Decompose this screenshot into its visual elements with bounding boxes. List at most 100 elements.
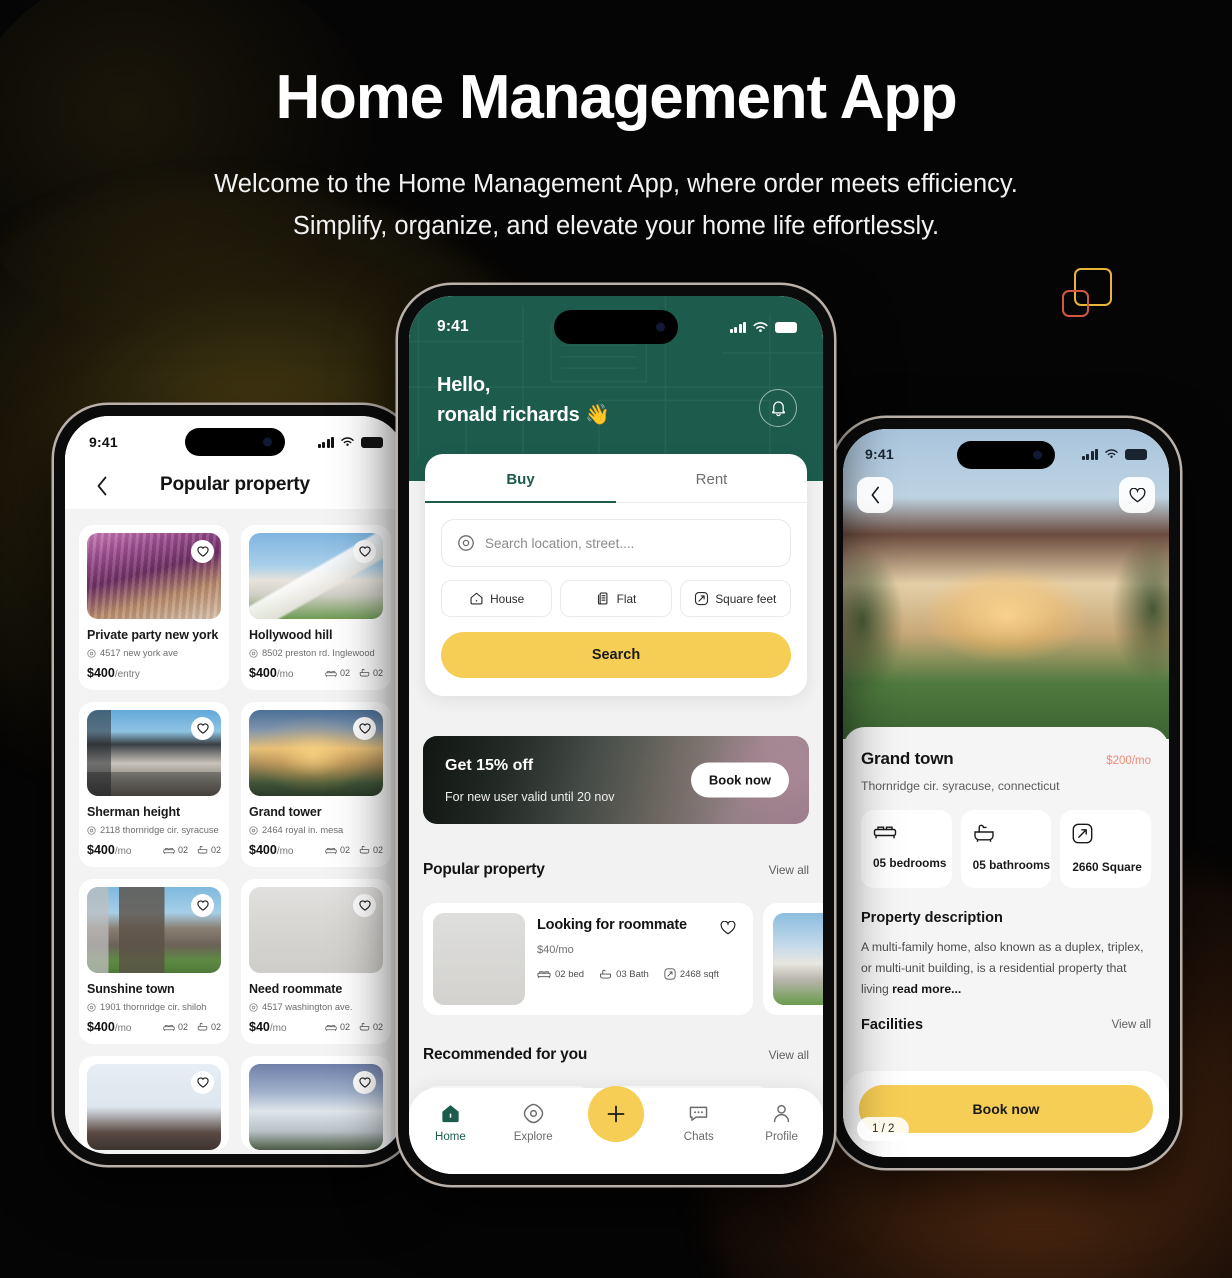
favorite-button[interactable] xyxy=(353,717,376,740)
popular-thumbnail xyxy=(773,913,823,1005)
favorite-button[interactable] xyxy=(191,717,214,740)
spec-beds: 02 xyxy=(163,845,188,855)
favorite-button[interactable] xyxy=(191,540,214,563)
bath-icon xyxy=(973,824,994,842)
spec-baths: 02 xyxy=(197,845,221,855)
property-price-row: $40/mo 02 02 xyxy=(249,1020,383,1034)
favorite-button[interactable] xyxy=(191,1071,214,1094)
center-status-icons xyxy=(730,321,797,334)
tab-explore[interactable]: Explore xyxy=(492,1102,575,1143)
property-price-row: $400/entry xyxy=(87,666,221,680)
property-card[interactable] xyxy=(79,1056,229,1150)
spec-beds: 02 xyxy=(325,1022,350,1032)
tab-home-label: Home xyxy=(435,1131,466,1143)
notification-button[interactable] xyxy=(759,389,797,427)
popular-property-list: Looking for roommate $40/mo 02 bed 03 Ba… xyxy=(423,903,823,1015)
tab-profile[interactable]: Profile xyxy=(740,1102,823,1143)
center-status-time: 9:41 xyxy=(437,318,469,335)
chip-square-feet[interactable]: Square feet xyxy=(679,580,791,617)
tab-add[interactable] xyxy=(575,1086,658,1142)
price-unit: /mo xyxy=(555,944,574,956)
add-button[interactable] xyxy=(587,1086,644,1142)
tab-home[interactable]: Home xyxy=(409,1102,492,1143)
property-card[interactable]: Private party new york 4517 new york ave… xyxy=(79,525,229,690)
fact-label: 05 bathrooms xyxy=(972,858,1051,872)
front-camera-icon xyxy=(656,322,665,332)
property-card[interactable]: Sunshine town 1901 thornridge cir. shilo… xyxy=(79,879,229,1044)
popular-property-page: 9:41 Popular property Private party new … xyxy=(65,416,405,1154)
area-icon xyxy=(1072,823,1093,844)
page-heading: Popular property xyxy=(160,474,310,495)
favorite-button[interactable] xyxy=(353,1071,376,1094)
property-card[interactable]: Grand tower 2464 royal in. mesa $400/mo … xyxy=(241,702,391,867)
property-address-text: 1901 thornridge cir. shiloh xyxy=(100,1002,207,1012)
facilities-view-all[interactable]: View all xyxy=(1112,1019,1151,1031)
property-price: $40/mo xyxy=(249,1020,287,1034)
tab-buy[interactable]: Buy xyxy=(425,454,616,504)
bottom-tab-bar: Home Explore Chats Profile xyxy=(409,1086,823,1174)
wifi-icon xyxy=(753,321,768,332)
page-title: Home Management App xyxy=(275,63,957,132)
bed-icon xyxy=(325,670,337,677)
tab-chats[interactable]: Chats xyxy=(657,1102,740,1143)
property-thumbnail xyxy=(249,1064,383,1150)
popular-property-card[interactable]: Looking for roommate $40/mo 02 bed 03 Ba… xyxy=(423,903,753,1015)
filter-chips: House Flat Square feet xyxy=(441,580,791,617)
price-value: $40 xyxy=(537,944,556,956)
fact-bathrooms: 05 bathrooms xyxy=(960,810,1052,888)
battery-icon xyxy=(361,436,383,448)
price-value: $400 xyxy=(87,1020,115,1034)
property-address: 8502 preston rd. Inglewood xyxy=(249,648,383,658)
back-button[interactable] xyxy=(89,473,115,499)
popular-property-card[interactable] xyxy=(763,903,823,1015)
price-unit: /mo xyxy=(114,1023,132,1034)
promo-banner[interactable]: Get 15% off For new user valid until 20 … xyxy=(423,736,809,824)
greeting-block: Hello, ronald richards 👋 xyxy=(437,374,610,427)
chip-flat-label: Flat xyxy=(616,591,637,606)
spec-beds-value: 02 bed xyxy=(555,968,585,980)
chip-house-label: House xyxy=(490,591,525,606)
popular-view-all[interactable]: View all xyxy=(769,863,809,877)
fact-label: 05 bedrooms xyxy=(873,856,947,870)
property-card[interactable]: Hollywood hill 8502 preston rd. Inglewoo… xyxy=(241,525,391,690)
favorite-button[interactable] xyxy=(353,540,376,563)
property-card[interactable]: Need roommate 4517 washington ave. $40/m… xyxy=(241,879,391,1044)
search-input[interactable]: Search location, street.... xyxy=(441,519,791,567)
favorite-button[interactable] xyxy=(1119,477,1155,513)
property-card[interactable]: Sherman height 2118 thornridge cir. syra… xyxy=(79,702,229,867)
promo-book-now-button[interactable]: Book now xyxy=(690,762,789,798)
chip-flat[interactable]: Flat xyxy=(560,580,672,617)
left-status-time: 9:41 xyxy=(89,434,118,450)
property-card[interactable] xyxy=(241,1056,391,1150)
location-pin-icon xyxy=(87,648,96,658)
spec-beds-value: 02 xyxy=(177,1022,188,1032)
back-button[interactable] xyxy=(857,477,893,513)
spec-area: 2468 sqft xyxy=(664,968,719,980)
favorite-button[interactable] xyxy=(717,917,739,939)
recommended-section-header: Recommended for you View all xyxy=(423,1046,809,1064)
favorite-button[interactable] xyxy=(353,894,376,917)
favorite-button[interactable] xyxy=(191,894,214,917)
bath-icon xyxy=(359,845,370,854)
read-more-link[interactable]: read more... xyxy=(892,982,961,996)
property-hero-gallery[interactable] xyxy=(843,429,1169,739)
property-price: $400/mo xyxy=(87,1020,131,1034)
location-pin-icon xyxy=(249,1002,258,1012)
property-thumbnail xyxy=(249,533,383,619)
recommended-section-title: Recommended for you xyxy=(423,1046,588,1063)
phone-center: 9:41 Hello, ronald richards 👋 Buy Rent S… xyxy=(398,285,834,1185)
left-dynamic-island xyxy=(185,428,285,456)
chip-house[interactable]: House xyxy=(441,580,553,617)
greeting-line1: Hello, xyxy=(437,374,491,396)
booking-bar: Book now xyxy=(843,1071,1169,1157)
property-price-row: $400/mo 02 02 xyxy=(249,843,383,857)
spec-baths-value: 02 xyxy=(210,845,221,855)
price-value: $400 xyxy=(249,666,277,680)
bath-icon xyxy=(600,969,612,979)
search-button[interactable]: Search xyxy=(441,632,791,678)
price-unit: /mo xyxy=(276,669,294,680)
property-price: $400/mo xyxy=(249,666,293,680)
recommended-view-all[interactable]: View all xyxy=(769,1048,809,1062)
wifi-icon xyxy=(1105,449,1118,458)
tab-rent[interactable]: Rent xyxy=(616,454,807,502)
